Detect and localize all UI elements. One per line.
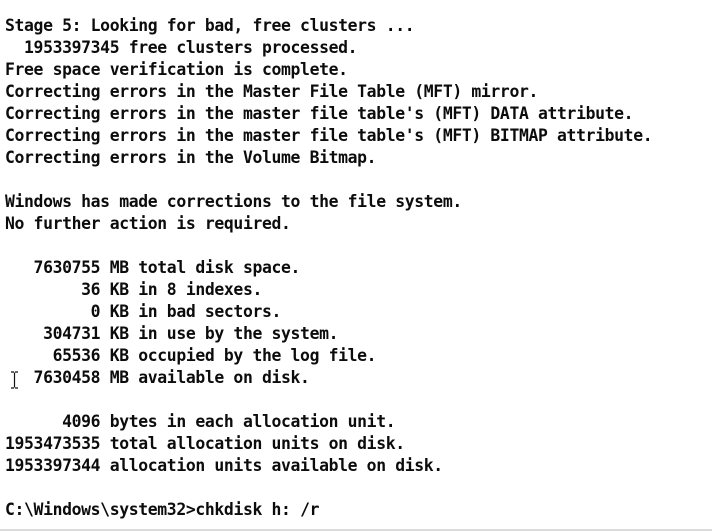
output-line-mft-mirror: Correcting errors in the Master File Tab… xyxy=(5,82,539,101)
output-line-log-file: 65536 KB occupied by the log file. xyxy=(5,346,377,365)
output-line-no-further-action: No further action is required. xyxy=(5,214,291,233)
output-line-indexes: 36 KB in 8 indexes. xyxy=(5,280,262,299)
output-line-corrections-made: Windows has made corrections to the file… xyxy=(5,192,462,211)
console-output[interactable]: Stage 5: Looking for bad, free clusters … xyxy=(5,15,712,521)
output-line-free-space-verification: Free space verification is complete. xyxy=(5,60,348,79)
output-line-volume-bitmap: Correcting errors in the Volume Bitmap. xyxy=(5,148,377,167)
output-line-allocation-unit-size: 4096 bytes in each allocation unit. xyxy=(5,412,396,431)
command-prompt-line[interactable]: C:\Windows\system32>chkdisk h: /r xyxy=(5,499,712,521)
command-input[interactable]: chkdisk h: /r xyxy=(195,500,319,519)
prompt-path: C:\Windows\system32> xyxy=(5,500,196,519)
output-line-system-use: 304731 KB in use by the system. xyxy=(5,324,339,343)
output-line-mft-data: Correcting errors in the master file tab… xyxy=(5,104,634,123)
output-line-bad-sectors: 0 KB in bad sectors. xyxy=(5,302,282,321)
output-line-available-disk: 7630458 MB available on disk. xyxy=(5,368,310,387)
output-line-stage5: Stage 5: Looking for bad, free clusters … xyxy=(5,16,415,35)
output-line-mft-bitmap: Correcting errors in the master file tab… xyxy=(5,126,653,145)
text-cursor-ibeam-icon xyxy=(11,371,18,389)
output-line-total-disk-space: 7630755 MB total disk space. xyxy=(5,258,301,277)
output-line-free-clusters: 1953397345 free clusters processed. xyxy=(5,38,358,57)
output-line-available-allocation-units: 1953397344 allocation units available on… xyxy=(5,456,443,475)
output-line-total-allocation-units: 1953473535 total allocation units on dis… xyxy=(5,434,405,453)
